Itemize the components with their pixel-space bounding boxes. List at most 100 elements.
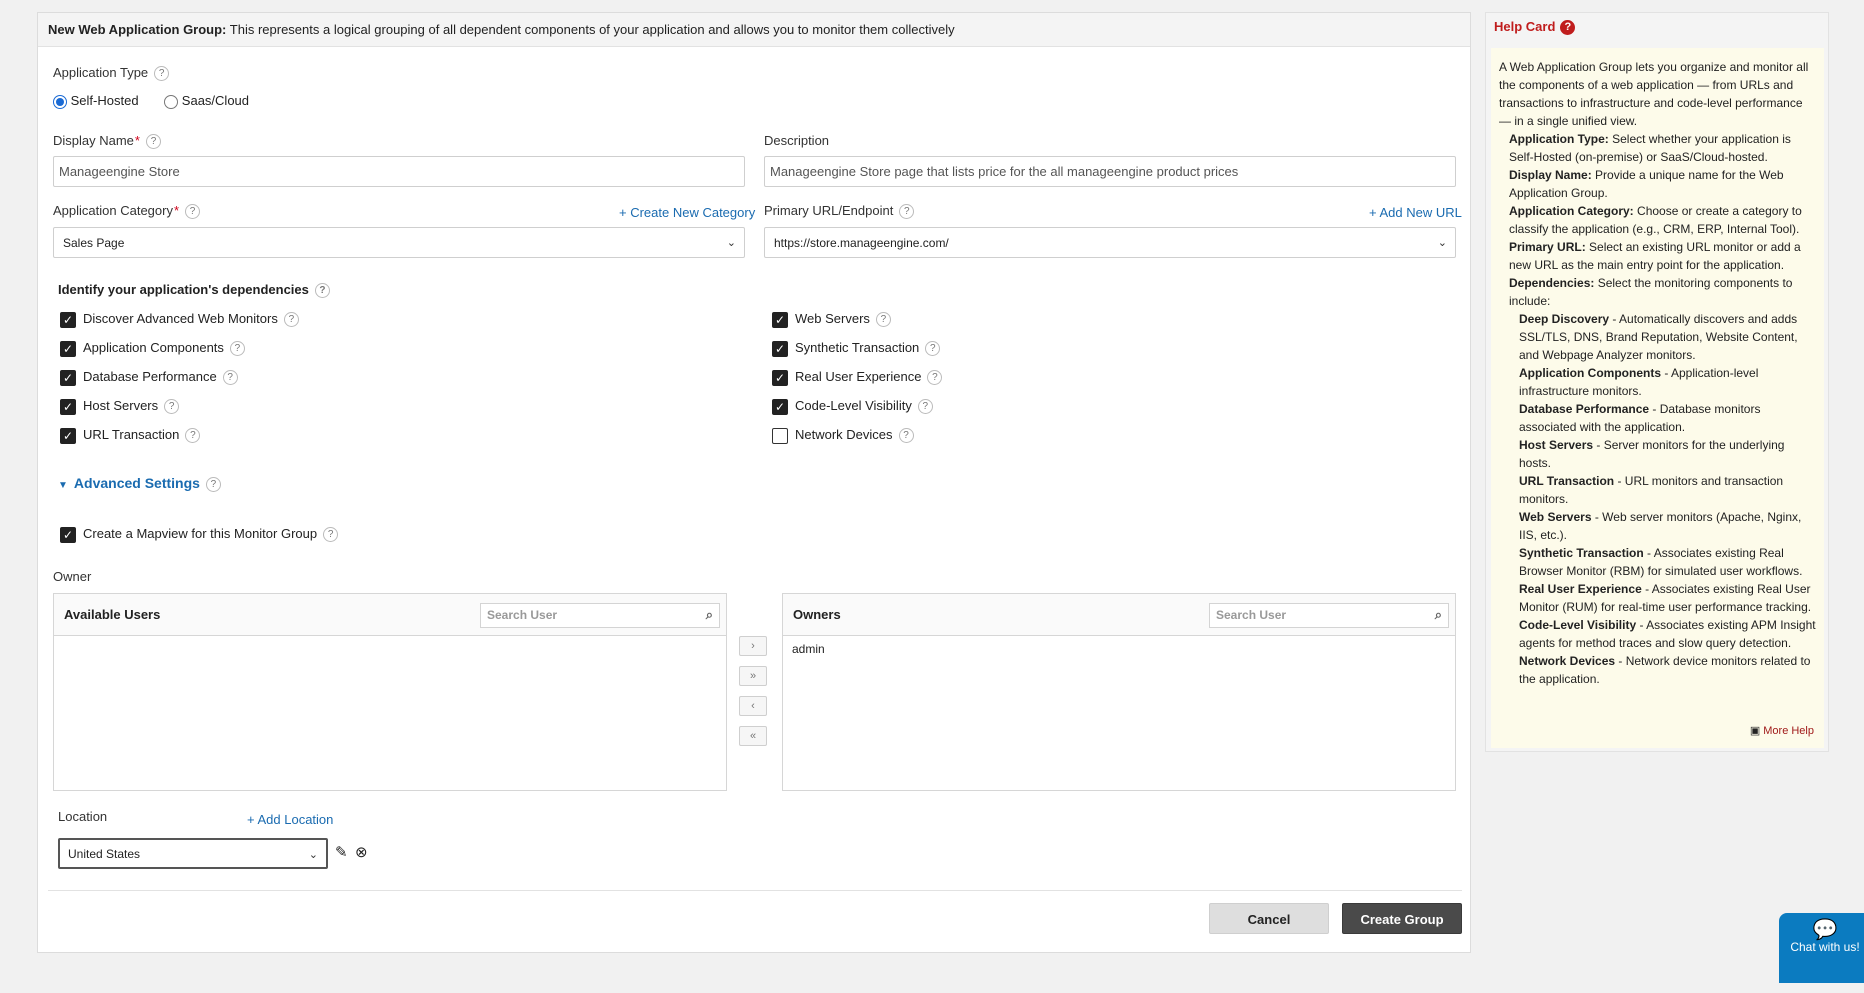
help-item: Dependencies: Select the monitoring comp… xyxy=(1499,274,1817,310)
radio-self-hosted-label[interactable]: Self-Hosted xyxy=(71,93,139,108)
display-name-input[interactable]: Manageengine Store xyxy=(53,156,745,187)
dep-url-transaction-label: URL Transaction xyxy=(83,427,180,442)
dep-database-performance[interactable]: ✓ Database Performance? xyxy=(60,369,238,386)
move-all-left-button[interactable]: « xyxy=(739,726,767,746)
chat-widget[interactable]: 💬 Chat with us! xyxy=(1779,913,1864,983)
app-type-radios: Self-Hosted Saas/Cloud xyxy=(53,93,249,109)
checkbox-checked-icon[interactable]: ✓ xyxy=(60,398,76,415)
dep-web-servers-label: Web Servers xyxy=(795,311,870,326)
help-icon[interactable]: ? xyxy=(1560,20,1576,35)
dependencies-title-text: Identify your application's dependencies xyxy=(58,282,309,297)
radio-saas-cloud[interactable]: Saas/Cloud xyxy=(164,93,249,109)
help-icon[interactable]: ? xyxy=(925,341,941,357)
advanced-settings-toggle[interactable]: ▼ Advanced Settings? xyxy=(58,475,221,493)
owners-search[interactable]: Search User ⌕ xyxy=(1209,603,1449,628)
help-icon[interactable]: ? xyxy=(145,134,161,150)
description-input[interactable]: Manageengine Store page that lists price… xyxy=(764,156,1456,187)
help-intro: A Web Application Group lets you organiz… xyxy=(1499,60,1809,128)
checkbox-checked-icon[interactable]: ✓ xyxy=(772,340,788,357)
help-icon[interactable]: ? xyxy=(164,399,180,415)
help-item: Application Components - Application-lev… xyxy=(1499,364,1817,400)
help-item-term: Code-Level Visibility xyxy=(1519,618,1637,632)
more-help-link[interactable]: ▣ More Help xyxy=(1750,722,1814,740)
create-category-link[interactable]: + Create New Category xyxy=(619,205,755,220)
dep-network-devices-label: Network Devices xyxy=(795,427,893,442)
help-icon[interactable]: ? xyxy=(154,66,170,82)
dep-real-user-experience[interactable]: ✓ Real User Experience? xyxy=(772,369,943,386)
help-icon[interactable]: ? xyxy=(205,477,221,493)
owners-panel: Owners Search User ⌕ admin xyxy=(782,593,1456,791)
help-icon[interactable]: ? xyxy=(927,370,943,386)
checkbox-checked-icon[interactable]: ✓ xyxy=(772,398,788,415)
help-icon[interactable]: ? xyxy=(875,312,891,328)
checkbox-checked-icon[interactable]: ✓ xyxy=(60,340,76,357)
help-icon[interactable]: ? xyxy=(222,370,238,386)
help-icon[interactable]: ? xyxy=(899,204,915,220)
cancel-button[interactable]: Cancel xyxy=(1209,903,1329,934)
radio-on-icon[interactable] xyxy=(53,94,67,109)
category-select[interactable]: Sales Page ⌄ xyxy=(53,227,745,258)
checkbox-checked-icon[interactable]: ✓ xyxy=(60,427,76,444)
help-items: Application Type: Select whether your ap… xyxy=(1499,130,1817,688)
checkbox-checked-icon[interactable]: ✓ xyxy=(60,369,76,386)
dep-application-components[interactable]: ✓ Application Components? xyxy=(60,340,245,357)
divider xyxy=(48,890,1462,891)
location-select[interactable]: United States ⌄ xyxy=(58,838,328,869)
primary-url-select[interactable]: https://store.manageengine.com/ ⌄ xyxy=(764,227,1456,258)
chevron-down-icon: ⌄ xyxy=(726,237,736,249)
owner-list-item[interactable]: admin xyxy=(783,636,1455,662)
dep-url-transaction[interactable]: ✓ URL Transaction? xyxy=(60,427,201,444)
help-item-term: Application Category: xyxy=(1509,204,1634,218)
radio-self-hosted[interactable]: Self-Hosted xyxy=(53,93,139,109)
dep-code-level-visibility[interactable]: ✓ Code-Level Visibility? xyxy=(772,398,933,415)
checkbox-checked-icon[interactable]: ✓ xyxy=(60,526,76,543)
chat-label[interactable]: Chat with us! xyxy=(1779,941,1864,954)
help-icon[interactable]: ? xyxy=(898,428,914,444)
edit-icon[interactable]: ✎ xyxy=(335,843,348,861)
checkbox-checked-icon[interactable]: ✓ xyxy=(772,311,788,328)
create-group-button[interactable]: Create Group xyxy=(1342,903,1462,934)
checkbox-checked-icon[interactable]: ✓ xyxy=(60,311,76,328)
help-icon[interactable]: ? xyxy=(283,312,299,328)
help-icon[interactable]: ? xyxy=(229,341,245,357)
help-item: Database Performance - Database monitors… xyxy=(1499,400,1817,436)
help-icon[interactable]: ? xyxy=(185,204,201,220)
move-all-right-button[interactable]: » xyxy=(739,666,767,686)
move-right-button[interactable]: › xyxy=(739,636,767,656)
help-icon[interactable]: ? xyxy=(917,399,933,415)
radio-off-icon[interactable] xyxy=(164,94,179,109)
mapview-checkbox-row[interactable]: ✓ Create a Mapview for this Monitor Group… xyxy=(60,526,339,543)
primary-url-label-text: Primary URL/Endpoint xyxy=(764,203,894,218)
dep-host-servers[interactable]: ✓ Host Servers? xyxy=(60,398,180,415)
dep-advanced-web-monitors[interactable]: ✓ Discover Advanced Web Monitors? xyxy=(60,311,299,328)
radio-saas-cloud-label[interactable]: Saas/Cloud xyxy=(182,93,249,108)
advanced-settings-label[interactable]: Advanced Settings xyxy=(74,475,200,491)
dep-web-servers[interactable]: ✓ Web Servers? xyxy=(772,311,891,328)
help-card-title-text: Help Card xyxy=(1494,19,1556,34)
help-icon[interactable]: ? xyxy=(323,527,339,543)
help-icon[interactable]: ? xyxy=(185,428,201,444)
checkbox-checked-icon[interactable]: ✓ xyxy=(772,369,788,386)
help-item: URL Transaction - URL monitors and trans… xyxy=(1499,472,1817,508)
category-select-value: Sales Page xyxy=(63,236,125,250)
more-help-text[interactable]: More Help xyxy=(1763,725,1814,737)
search-icon[interactable]: ⌕ xyxy=(1435,607,1442,623)
remove-circle-icon[interactable]: ⊗ xyxy=(355,843,368,861)
checkbox-unchecked-icon[interactable] xyxy=(772,427,788,444)
help-item: Application Category: Choose or create a… xyxy=(1499,202,1817,238)
help-icon[interactable]: ? xyxy=(314,283,330,299)
search-icon[interactable]: ⌕ xyxy=(706,607,713,623)
form-description: This represents a logical grouping of al… xyxy=(229,22,955,37)
owners-title: Owners xyxy=(793,607,841,622)
dep-network-devices[interactable]: Network Devices? xyxy=(772,427,914,444)
dep-synthetic-transaction[interactable]: ✓ Synthetic Transaction? xyxy=(772,340,941,357)
location-label: Location xyxy=(58,809,108,824)
dep-synthetic-transaction-label: Synthetic Transaction xyxy=(795,340,920,355)
category-label-text: Application Category xyxy=(53,203,173,218)
add-url-link[interactable]: + Add New URL xyxy=(1369,205,1462,220)
chat-icon[interactable]: 💬 xyxy=(1779,919,1864,941)
available-users-search[interactable]: Search User ⌕ xyxy=(480,603,720,628)
add-location-link[interactable]: + Add Location xyxy=(247,812,333,827)
help-item-term: Host Servers xyxy=(1519,438,1594,452)
move-left-button[interactable]: ‹ xyxy=(739,696,767,716)
